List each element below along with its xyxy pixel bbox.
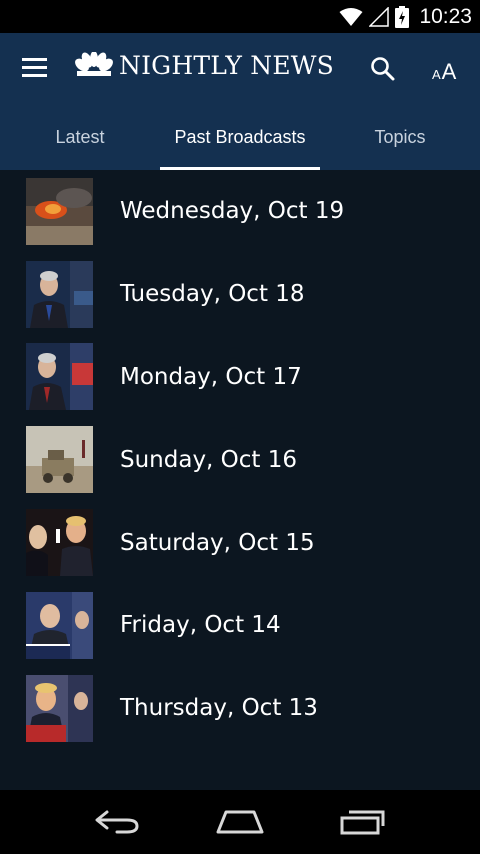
broadcast-thumbnail	[26, 426, 93, 494]
battery-charging-icon	[395, 5, 410, 28]
nbc-peacock-icon	[75, 50, 113, 80]
broadcast-item[interactable]: Sunday, Oct 16	[0, 418, 480, 501]
app-header: NIGHTLY NEWS A A Latest Past Broadcasts …	[0, 33, 480, 170]
signal-icon	[369, 6, 390, 27]
text-size-button[interactable]: A A	[432, 55, 456, 83]
broadcast-thumbnail	[26, 591, 93, 659]
broadcast-item[interactable]: Saturday, Oct 15	[0, 501, 480, 584]
status-time: 10:23	[419, 4, 472, 28]
broadcast-thumbnail	[26, 674, 93, 742]
search-icon[interactable]	[369, 55, 397, 83]
broadcast-item[interactable]: Wednesday, Oct 19	[0, 170, 480, 253]
broadcast-item[interactable]: Tuesday, Oct 18	[0, 253, 480, 336]
tab-past-broadcasts[interactable]: Past Broadcasts	[160, 105, 320, 170]
recent-apps-icon[interactable]	[333, 802, 393, 842]
broadcast-date: Saturday, Oct 15	[120, 529, 315, 556]
text-size-large-label: A	[441, 59, 457, 84]
text-size-small-label: A	[432, 67, 441, 82]
broadcast-date: Friday, Oct 14	[120, 612, 281, 639]
broadcast-date: Tuesday, Oct 18	[120, 281, 305, 308]
system-nav-bar	[0, 790, 480, 854]
broadcast-item[interactable]: Thursday, Oct 13	[0, 667, 480, 750]
wifi-icon	[339, 7, 363, 27]
broadcast-thumbnail	[26, 260, 93, 328]
brand-logo: NIGHTLY NEWS	[75, 50, 334, 80]
broadcast-list: Wednesday, Oct 19 Tuesday, Oct 18 Monday…	[0, 170, 480, 790]
broadcast-date: Sunday, Oct 16	[120, 446, 298, 473]
home-icon[interactable]	[210, 802, 270, 842]
broadcast-date: Wednesday, Oct 19	[120, 198, 345, 225]
hamburger-menu-icon[interactable]	[22, 55, 52, 83]
broadcast-thumbnail	[26, 509, 93, 577]
brand-name: NIGHTLY NEWS	[119, 51, 334, 80]
broadcast-item[interactable]: Monday, Oct 17	[0, 336, 480, 419]
broadcast-date: Thursday, Oct 13	[120, 695, 318, 722]
tab-latest[interactable]: Latest	[0, 105, 160, 170]
tab-bar: Latest Past Broadcasts Topics	[0, 105, 480, 170]
back-icon[interactable]	[87, 802, 147, 842]
broadcast-date: Monday, Oct 17	[120, 363, 302, 390]
status-bar: 10:23	[0, 0, 480, 33]
toolbar: NIGHTLY NEWS A A	[0, 33, 480, 105]
tab-topics[interactable]: Topics	[320, 105, 480, 170]
broadcast-thumbnail	[26, 177, 93, 245]
broadcast-thumbnail	[26, 343, 93, 411]
broadcast-item[interactable]: Friday, Oct 14	[0, 584, 480, 667]
